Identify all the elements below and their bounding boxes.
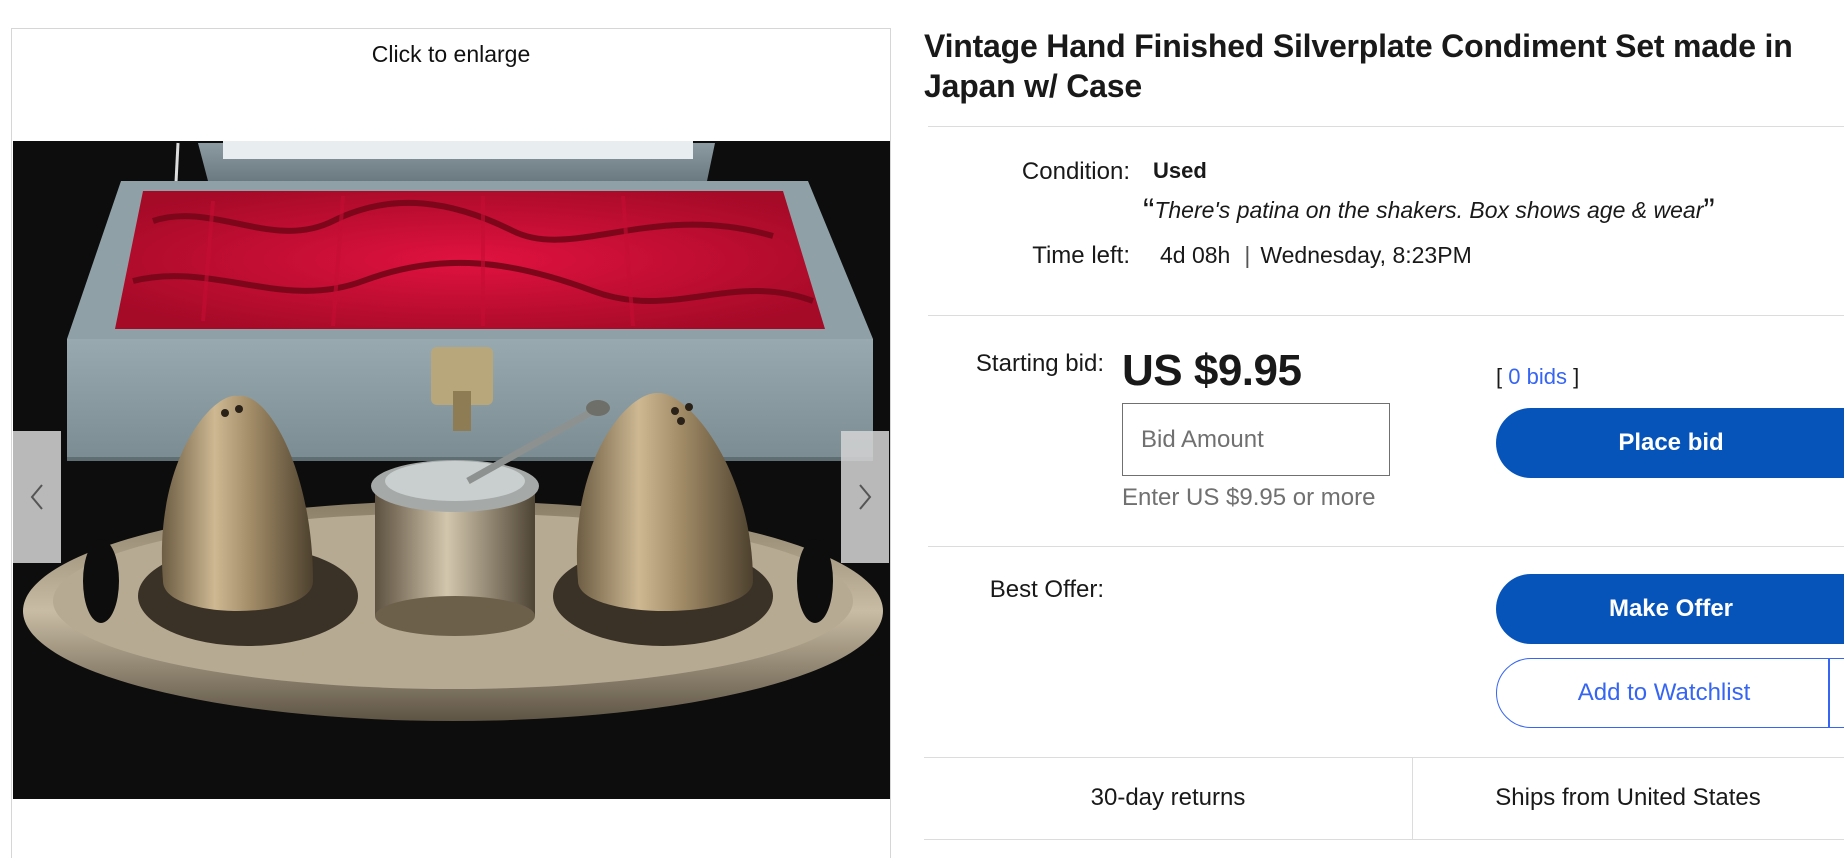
end-time: Wednesday, 8:23PM <box>1260 242 1472 268</box>
bid-hint: Enter US $9.95 or more <box>1122 484 1376 511</box>
time-left-label: Time left: <box>1032 242 1130 269</box>
divider <box>924 839 1844 840</box>
time-left-value: 4d 08h | Wednesday, 8:23PM <box>1160 242 1472 269</box>
chevron-left-icon <box>30 484 43 510</box>
quote-open: “ <box>1143 192 1155 230</box>
time-remaining: 4d 08h <box>1160 242 1231 268</box>
watchlist-label: Add to Watchlist <box>1577 679 1751 706</box>
condition-note-text: There's patina on the shakers. Box shows… <box>1154 197 1704 223</box>
starting-bid-label: Starting bid: <box>975 350 1104 377</box>
next-image-button[interactable] <box>841 431 889 563</box>
divider <box>928 315 1844 316</box>
condiment-set-image <box>13 141 890 799</box>
condition-label: Condition: <box>1021 158 1130 185</box>
bracket-close: ] <box>1573 364 1580 389</box>
previous-image-button[interactable] <box>13 431 61 563</box>
divider <box>928 546 1844 547</box>
divider <box>928 126 1844 127</box>
condition-note: “There's patina on the shakers. Box show… <box>1143 192 1715 231</box>
quote-close: ” <box>1703 192 1715 230</box>
bracket-open: [ <box>1496 364 1503 389</box>
item-title: Vintage Hand Finished Silverplate Condim… <box>924 28 1793 104</box>
watchlist-split-divider <box>1828 658 1830 728</box>
ships-from-info: Ships from United States <box>1495 784 1761 811</box>
condition-value: Used <box>1153 158 1207 183</box>
best-offer-label: Best Offer: <box>989 576 1104 603</box>
returns-info: 30-day returns <box>1090 784 1246 811</box>
bid-count: [ 0 bids ] <box>1496 364 1579 390</box>
price: US $9.95 <box>1122 346 1302 395</box>
add-to-watchlist-button[interactable]: Add to Watchlist <box>1496 658 1844 728</box>
place-bid-button[interactable]: Place bid <box>1496 408 1844 478</box>
product-photo[interactable] <box>13 141 890 799</box>
click-to-enlarge-label[interactable]: Click to enlarge <box>12 41 890 68</box>
time-separator: | <box>1244 242 1251 268</box>
chevron-right-icon <box>859 484 872 510</box>
bids-link[interactable]: 0 bids <box>1508 364 1567 389</box>
image-gallery: Click to enlarge <box>11 28 891 858</box>
make-offer-button[interactable]: Make Offer <box>1496 574 1844 644</box>
bid-amount-input[interactable] <box>1122 403 1390 476</box>
